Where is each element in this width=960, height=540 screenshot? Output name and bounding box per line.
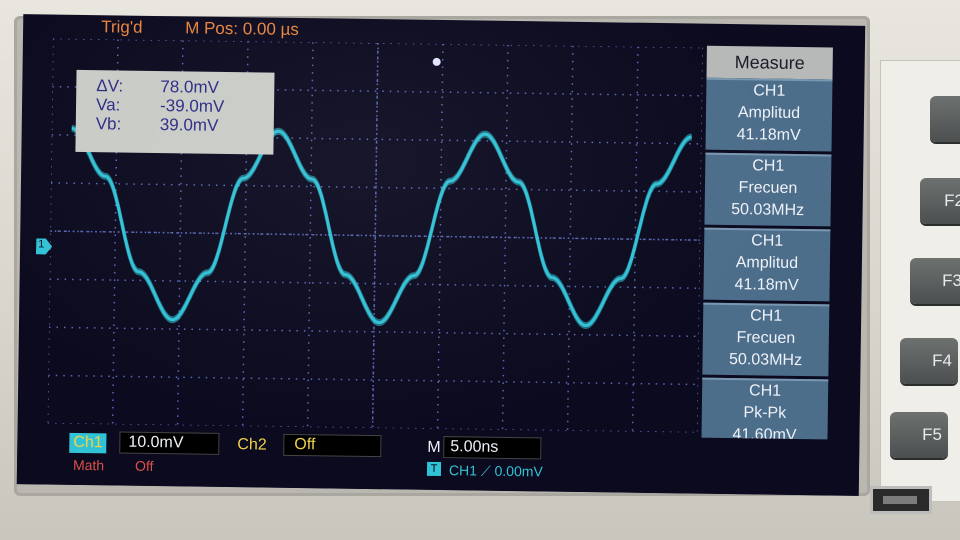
timebase-value: 5.00ns: [443, 436, 542, 460]
ch1-volts-div: 10.0mV: [119, 431, 220, 455]
measure-source: CH1: [750, 307, 783, 325]
measure-slot-3[interactable]: CH1 Amplitud 41.18mV: [703, 227, 831, 302]
measure-slot-4[interactable]: CH1 Frecuen 50.03MHz: [702, 302, 830, 377]
measure-source: CH1: [751, 232, 784, 250]
cursor-key: ΔV:: [96, 76, 124, 96]
measure-source: CH1: [753, 82, 786, 100]
measure-source: CH1: [752, 157, 785, 175]
measure-name: Amplitud: [735, 254, 799, 272]
cursor-key: Vb:: [95, 114, 122, 134]
ch1-waveform-trace: [71, 126, 692, 328]
softkey-label: F3: [942, 271, 960, 290]
ch1-label: Ch1: [69, 432, 107, 454]
softkey-f1[interactable]: [930, 96, 960, 142]
softkey-label: F5: [922, 425, 942, 444]
cursor-row-vb: Vb: 39.0mV: [96, 114, 274, 135]
measure-menu-title: Measure: [706, 45, 833, 80]
math-label: Math: [72, 456, 105, 474]
trigger-info: CH1 ⟋ 0.00mV: [448, 462, 543, 480]
softkey-f4[interactable]: F4: [900, 338, 958, 384]
measure-value: 50.03MHz: [728, 351, 803, 370]
trigger-status: Trig'd: [101, 17, 143, 37]
measure-value: 41.18mV: [736, 126, 801, 145]
measure-name: Pk-Pk: [743, 404, 787, 422]
oscilloscope-screen: Trig'd M Pos: 0.00 µs 1 ΔV: 78.0mV Va: -…: [16, 14, 866, 496]
timebase-label: M: [427, 438, 441, 457]
bottom-status-bar: Ch1 10.0mV Ch2 Off Math Off M 5.00ns T C…: [16, 428, 860, 496]
ch2-label: Ch2: [237, 436, 267, 454]
math-value: Off: [134, 457, 154, 475]
softkey-label: F2: [944, 191, 960, 210]
measure-name: Frecuen: [738, 179, 798, 197]
softkey-f2[interactable]: F2: [920, 178, 960, 224]
softkey-f5[interactable]: F5: [890, 412, 948, 458]
horizontal-position: M Pos: 0.00 µs: [185, 18, 299, 40]
measure-slot-2[interactable]: CH1 Frecuen 50.03MHz: [704, 152, 832, 227]
softkey-f3[interactable]: F3: [910, 258, 960, 304]
cursor-value: 78.0mV: [160, 77, 220, 97]
cursor-row-va: Va: -39.0mV: [96, 95, 274, 116]
measure-source: CH1: [748, 382, 782, 400]
mpos-value: 0.00 µs: [242, 19, 300, 39]
cursor-readout-box: ΔV: 78.0mV Va: -39.0mV Vb: 39.0mV: [75, 69, 275, 155]
cursor-value: 39.0mV: [159, 115, 219, 135]
usb-port: [870, 486, 932, 514]
measure-name: Amplitud: [737, 104, 801, 122]
trigger-source-tag: T: [426, 461, 442, 477]
ch1-marker-label: 1: [38, 238, 45, 251]
measure-slot-1[interactable]: CH1 Amplitud 41.18mV: [705, 77, 833, 152]
cursor-key: Va:: [95, 95, 121, 115]
mpos-label: M Pos:: [185, 18, 239, 39]
cursor-row-delta: ΔV: 78.0mV: [96, 76, 274, 97]
cursor-value: -39.0mV: [159, 96, 225, 116]
measure-value: 41.18mV: [734, 276, 799, 294]
measure-menu: Measure CH1 Amplitud 41.18mV CH1 Frecuen…: [701, 45, 833, 458]
measure-value: 50.03MHz: [731, 201, 805, 220]
softkey-label: F4: [932, 351, 952, 370]
ch1-waveform-trace: [71, 128, 692, 330]
ch1-waveform-trace: [71, 124, 692, 326]
measure-name: Frecuen: [736, 329, 796, 347]
ch2-value: Off: [283, 433, 382, 458]
